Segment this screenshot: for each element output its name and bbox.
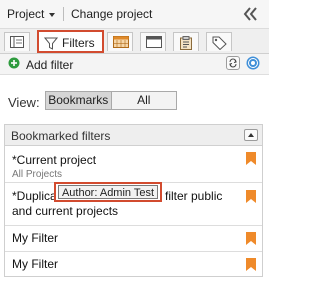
bookmark-icon[interactable] xyxy=(246,152,256,165)
tab-window[interactable] xyxy=(140,32,166,51)
collapse-up-button[interactable] xyxy=(244,129,258,141)
project-menu-label: Project xyxy=(7,7,45,21)
bookmarked-filters-header: Bookmarked filters xyxy=(5,125,262,146)
calendar-icon xyxy=(113,36,129,48)
add-filter-icon[interactable] xyxy=(8,57,20,69)
tab-filters-label: Filters xyxy=(62,36,95,50)
view-all-button[interactable]: All xyxy=(111,92,176,109)
bookmark-icon[interactable] xyxy=(246,190,256,203)
bookmark-icon[interactable] xyxy=(246,258,256,271)
add-filter-link[interactable]: Add filter xyxy=(26,58,73,72)
tooltip-text: Author: Admin Test xyxy=(58,185,158,199)
funnel-icon xyxy=(44,37,58,50)
top-bar: Project Change project xyxy=(0,0,269,29)
help-icon[interactable] xyxy=(246,56,260,70)
filter-name: My Filter xyxy=(12,257,58,271)
author-tooltip: Author: Admin Test xyxy=(54,182,162,202)
sync-icon[interactable] xyxy=(226,56,240,70)
tab-details[interactable] xyxy=(4,32,30,51)
list-item[interactable]: My Filter xyxy=(5,252,262,276)
double-chevron-left-icon[interactable] xyxy=(241,5,259,23)
tab-filters[interactable]: Filters xyxy=(37,30,104,53)
filter-project-scope: All Projects xyxy=(12,169,63,180)
change-project-link[interactable]: Change project xyxy=(71,7,152,21)
bookmark-icon[interactable] xyxy=(246,232,256,245)
tab-calendar[interactable] xyxy=(107,32,133,51)
add-filter-row: Add filter xyxy=(0,54,269,75)
filter-name: *Current project xyxy=(12,153,97,167)
window-icon xyxy=(146,36,162,48)
filter-name-start: *Duplica xyxy=(12,189,57,203)
tab-clipboard[interactable] xyxy=(173,32,199,51)
filter-name: My Filter xyxy=(12,231,58,245)
details-icon xyxy=(10,36,24,48)
caret-down-icon xyxy=(49,12,56,17)
tab-tags[interactable] xyxy=(206,32,232,51)
filter-name-line2: and current projects xyxy=(12,204,119,218)
filter-name-tail: filter public xyxy=(165,189,223,203)
list-item[interactable]: My Filter xyxy=(5,226,262,252)
project-menu[interactable]: Project xyxy=(7,7,56,21)
view-label: View: xyxy=(8,95,40,110)
panel-tabs: Filters xyxy=(0,29,269,54)
divider xyxy=(63,7,64,21)
clipboard-icon xyxy=(180,36,192,50)
list-item[interactable]: *Current project All Projects xyxy=(5,146,262,183)
view-bookmarks-button[interactable]: Bookmarks xyxy=(46,92,112,109)
tag-icon xyxy=(212,36,227,50)
view-toggle: Bookmarks All xyxy=(45,91,177,110)
panel-title: Bookmarked filters xyxy=(11,129,111,143)
